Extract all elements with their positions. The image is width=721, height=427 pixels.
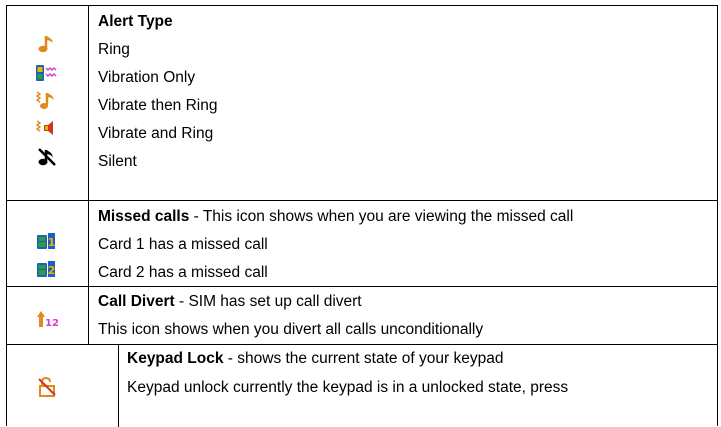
missed-call-card2-icon: 2 — [36, 259, 56, 277]
row-heading: Missed calls - This icon shows when you … — [98, 208, 574, 225]
description-cell: Missed calls - This icon shows when you … — [98, 201, 717, 286]
table-row-keypad-lock: Keypad Lock - shows the current state of… — [7, 345, 717, 427]
row-heading: Alert Type — [98, 13, 173, 30]
ring-icon — [38, 34, 56, 53]
svg-text:12: 12 — [45, 318, 59, 329]
table-row-call-divert: 12 Call Divert - SIM has set up call div… — [7, 287, 717, 345]
vibration-only-label: Vibration Only — [98, 69, 196, 86]
keypad-unlock-icon — [37, 377, 56, 397]
description-cell: Call Divert - SIM has set up call divert… — [98, 287, 717, 344]
table-row-missed-calls: 1 2 Missed calls - This icon shows when … — [7, 201, 717, 287]
call-divert-icon: 12 — [37, 309, 59, 329]
icon-cell: 12 — [7, 287, 89, 344]
row-heading: Keypad Lock - shows the current state of… — [127, 350, 504, 367]
vibrate-and-ring-icon — [35, 118, 53, 136]
silent-label: Silent — [98, 153, 137, 170]
icon-cell — [7, 345, 119, 427]
description-cell: Keypad Lock - shows the current state of… — [127, 345, 717, 427]
card2-missed-label: Card 2 has a missed call — [98, 264, 268, 281]
silent-icon — [37, 147, 56, 166]
ring-label: Ring — [98, 41, 130, 58]
svg-text:1: 1 — [48, 236, 56, 249]
icon-cell — [7, 6, 89, 200]
card1-missed-label: Card 1 has a missed call — [98, 236, 268, 253]
vibrate-and-ring-label: Vibrate and Ring — [98, 125, 214, 142]
keypad-unlock-description: Keypad unlock currently the keypad is in… — [127, 379, 569, 396]
vibrate-then-ring-label: Vibrate then Ring — [98, 97, 218, 114]
vibrate-then-ring-icon — [35, 90, 54, 109]
row-heading: Call Divert - SIM has set up call divert — [98, 293, 362, 310]
description-cell: Alert Type Ring Vibration Only Vibrate t… — [98, 6, 717, 200]
divert-description: This icon shows when you divert all call… — [98, 321, 484, 338]
svg-text:2: 2 — [48, 264, 56, 277]
icon-cell: 1 2 — [7, 201, 89, 286]
vibration-only-icon — [35, 63, 57, 81]
icon-table: Alert Type Ring Vibration Only Vibrate t… — [6, 5, 718, 427]
table-row-alert-type: Alert Type Ring Vibration Only Vibrate t… — [7, 6, 717, 201]
missed-call-card1-icon: 1 — [36, 231, 56, 249]
